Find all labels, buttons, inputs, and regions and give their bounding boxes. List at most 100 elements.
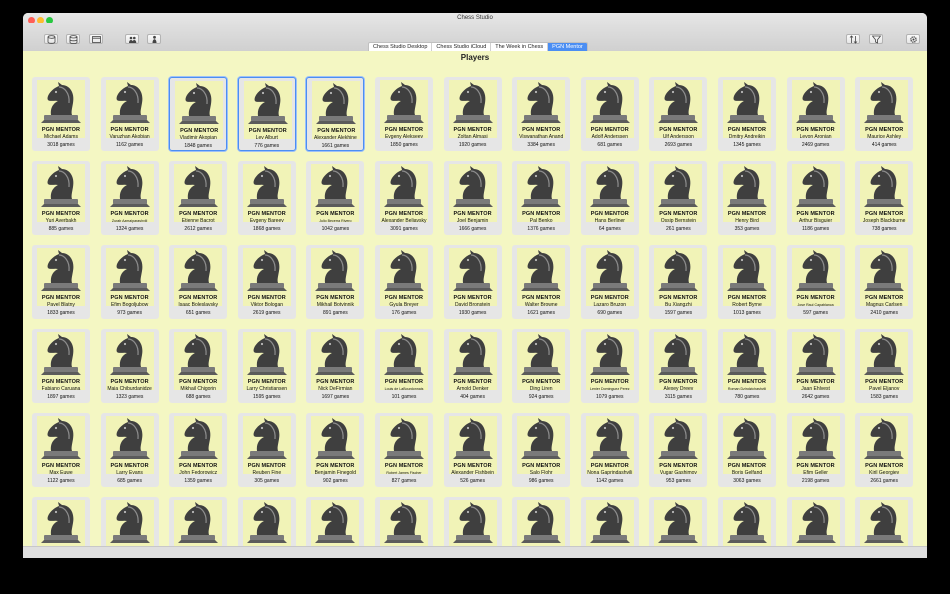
player-name: David Bronstein <box>454 302 491 308</box>
filter-icon <box>871 35 882 44</box>
player-card[interactable]: PGN MENTOR Jose Raul Capablanca 597 games <box>786 245 845 319</box>
player-card[interactable]: PGN MENTOR Ding Liren 924 games <box>512 329 571 403</box>
player-name: Roman Dzindzichashvili <box>727 387 767 391</box>
player-card[interactable]: PGN MENTOR Salo Flohr 986 games <box>512 413 571 487</box>
player-card[interactable]: PGN MENTOR <box>855 497 914 546</box>
player-card[interactable]: PGN MENTOR Magnus Carlsen 2410 games <box>855 245 914 319</box>
player-card[interactable]: PGN MENTOR Reuben Fine 305 games <box>237 413 296 487</box>
player-card[interactable]: PGN MENTOR John Fedorowicz 1359 games <box>169 413 228 487</box>
player-card[interactable]: PGN MENTOR David Bronstein 1930 games <box>443 245 502 319</box>
player-card[interactable]: PGN MENTOR Pal Benko 1376 games <box>512 161 571 235</box>
player-card[interactable]: PGN MENTOR <box>169 497 228 546</box>
player-card[interactable]: PGN MENTOR Ulf Andersson 2693 games <box>649 77 708 151</box>
player-card[interactable]: PGN MENTOR Lev Alburt 776 games <box>237 77 296 151</box>
player-card[interactable]: PGN MENTOR Arthur Bisguier 1186 games <box>786 161 845 235</box>
player-card[interactable]: PGN MENTOR Vugar Gashimov 953 games <box>649 413 708 487</box>
player-card[interactable]: PGN MENTOR Zurab Azmaiparashvili 1324 game… <box>100 161 159 235</box>
tournament-button[interactable] <box>147 34 161 44</box>
player-card[interactable]: PGN MENTOR Lazaro Bruzon 690 games <box>580 245 639 319</box>
player-card[interactable]: PGN MENTOR Dmitry Andreikin 1345 games <box>718 77 776 151</box>
player-card[interactable]: PGN MENTOR <box>237 497 296 546</box>
player-card[interactable]: PGN MENTOR <box>32 497 90 546</box>
player-card[interactable]: PGN MENTOR Mikhail Chigorin 688 games <box>169 329 228 403</box>
player-card[interactable]: PGN MENTOR Evgeny Bareev 1868 games <box>237 161 296 235</box>
player-card[interactable]: PGN MENTOR Roman Dzindzichashvili 780 game… <box>718 329 776 403</box>
player-card[interactable]: PGN MENTOR <box>306 497 365 546</box>
player-card[interactable]: PGN MENTOR Isaac Boleslavsky 651 games <box>169 245 228 319</box>
player-card[interactable]: PGN MENTOR Walter Browne 1621 games <box>512 245 571 319</box>
chess-knight-icon <box>658 417 699 460</box>
player-card[interactable]: PGN MENTOR Alexander Alekhine 1661 games <box>306 77 365 151</box>
player-card[interactable]: PGN MENTOR Kiril Georgiev 2661 games <box>855 413 914 487</box>
player-card[interactable]: PGN MENTOR Henry Bird 353 games <box>718 161 776 235</box>
player-card[interactable]: PGN MENTOR Hans Berliner 64 games <box>580 161 639 235</box>
player-card[interactable]: PGN MENTOR Evgeny Alekseev 1850 games <box>375 77 433 151</box>
player-card[interactable]: PGN MENTOR Joel Benjamin 1666 games <box>443 161 502 235</box>
player-card[interactable]: PGN MENTOR Yuri Averbakh 885 games <box>32 161 90 235</box>
player-card[interactable]: PGN MENTOR Efim Bogoljubow 973 games <box>100 245 159 319</box>
player-name: Joseph Blackburne <box>862 218 906 224</box>
players-button[interactable] <box>125 34 139 44</box>
players-grid[interactable]: PGN MENTOR Michael Adams 3018 games PGN MEN… <box>23 65 927 546</box>
player-game-count: 2198 games <box>801 478 830 484</box>
player-card[interactable]: PGN MENTOR <box>512 497 571 546</box>
player-card[interactable]: PGN MENTOR Ossip Bernstein 261 games <box>649 161 708 235</box>
player-card[interactable]: PGN MENTOR Joseph Blackburne 738 games <box>855 161 914 235</box>
player-card[interactable]: PGN MENTOR Maurice Ashley 414 games <box>855 77 914 151</box>
player-card[interactable]: PGN MENTOR Maia Chiburdanidze 1323 games <box>100 329 159 403</box>
player-card[interactable]: PGN MENTOR Alexey Dreev 3115 games <box>649 329 708 403</box>
settings-button[interactable] <box>906 34 920 44</box>
player-card[interactable]: PGN MENTOR Bu Xiangzhi 1597 games <box>649 245 708 319</box>
player-card[interactable]: PGN MENTOR Robert Byrne 1013 games <box>718 245 776 319</box>
player-card[interactable]: PGN MENTOR Alexander Beliavsky 3091 games <box>375 161 433 235</box>
browser-button[interactable] <box>89 34 103 44</box>
player-card[interactable]: PGN MENTOR Louis de LaBourdonnais 101 game… <box>375 329 433 403</box>
player-card[interactable]: PGN MENTOR Arnold Denker 404 games <box>443 329 502 403</box>
databases-button[interactable] <box>44 34 58 44</box>
player-card[interactable]: PGN MENTOR Etienne Bacrot 2612 games <box>169 161 228 235</box>
player-card[interactable]: PGN MENTOR <box>786 497 845 546</box>
player-card[interactable]: PGN MENTOR Julio Becerra Rivero 1042 games <box>306 161 365 235</box>
player-card[interactable]: PGN MENTOR Viswanathan Anand 3384 games <box>512 77 571 151</box>
player-card[interactable]: PGN MENTOR Larry Evans 685 games <box>100 413 159 487</box>
player-card[interactable]: PGN MENTOR Larry Christiansen 1595 games <box>237 329 296 403</box>
player-card[interactable]: PGN MENTOR <box>649 497 708 546</box>
player-name: Pal Benko <box>529 218 553 224</box>
player-card[interactable]: PGN MENTOR Max Euwe 1122 games <box>32 413 90 487</box>
filter-button[interactable] <box>869 34 883 44</box>
player-card[interactable]: PGN MENTOR <box>580 497 639 546</box>
player-card[interactable]: PGN MENTOR Boris Gelfand 3063 games <box>718 413 776 487</box>
player-card[interactable]: PGN MENTOR Levon Aronian 2469 games <box>786 77 845 151</box>
player-cover: PGN MENTOR <box>380 164 428 222</box>
player-card[interactable]: PGN MENTOR Vladimir Akopian 1848 games <box>169 77 228 151</box>
player-card[interactable]: PGN MENTOR Mikhail Botvinnik 891 games <box>306 245 365 319</box>
player-card[interactable]: PGN MENTOR Zoltan Almasi 1920 games <box>443 77 502 151</box>
player-card[interactable]: PGN MENTOR <box>718 497 776 546</box>
player-card[interactable]: PGN MENTOR Nona Gaprindashvili 1142 games <box>580 413 639 487</box>
player-card[interactable]: PGN MENTOR Gyula Breyer 176 games <box>375 245 433 319</box>
player-card[interactable]: PGN MENTOR <box>443 497 502 546</box>
player-card[interactable]: PGN MENTOR Pavel Blatny 1833 games <box>32 245 90 319</box>
player-cover: PGN MENTOR <box>860 332 909 390</box>
player-card[interactable]: PGN MENTOR Lenier Dominguez Perez 1079 gam… <box>580 329 639 403</box>
player-game-count: 1621 games <box>527 310 555 316</box>
player-cover: PGN MENTOR <box>585 248 634 306</box>
player-card[interactable]: PGN MENTOR Benjamin Finegold 902 games <box>306 413 365 487</box>
player-card[interactable]: PGN MENTOR Robert James Fischer 827 games <box>375 413 433 487</box>
player-card[interactable]: PGN MENTOR Jaan Ehlvest 2642 games <box>786 329 845 403</box>
player-card[interactable]: PGN MENTOR Michael Adams 3018 games <box>32 77 90 151</box>
chess-knight-icon <box>658 249 699 292</box>
player-card[interactable]: PGN MENTOR <box>100 497 159 546</box>
player-card[interactable]: PGN MENTOR Fabiano Caruana 1897 games <box>32 329 90 403</box>
player-card[interactable]: PGN MENTOR Efim Geller 2198 games <box>786 413 845 487</box>
player-card[interactable]: PGN MENTOR <box>375 497 433 546</box>
player-card[interactable]: PGN MENTOR Viktor Bologan 2619 games <box>237 245 296 319</box>
player-card[interactable]: PGN MENTOR Pavel Eljanov 1583 games <box>855 329 914 403</box>
databases-stack-button[interactable] <box>66 34 80 44</box>
player-card[interactable]: PGN MENTOR Alexander Fishbein 526 games <box>443 413 502 487</box>
sort-button[interactable] <box>846 34 860 44</box>
player-card[interactable]: PGN MENTOR Nick DeFirmian 1697 games <box>306 329 365 403</box>
chess-knight-icon <box>589 501 630 544</box>
player-card[interactable]: PGN MENTOR Adolf Anderssen 681 games <box>580 77 639 151</box>
player-card[interactable]: PGN MENTOR Varuzhan Akobian 1162 games <box>100 77 159 151</box>
